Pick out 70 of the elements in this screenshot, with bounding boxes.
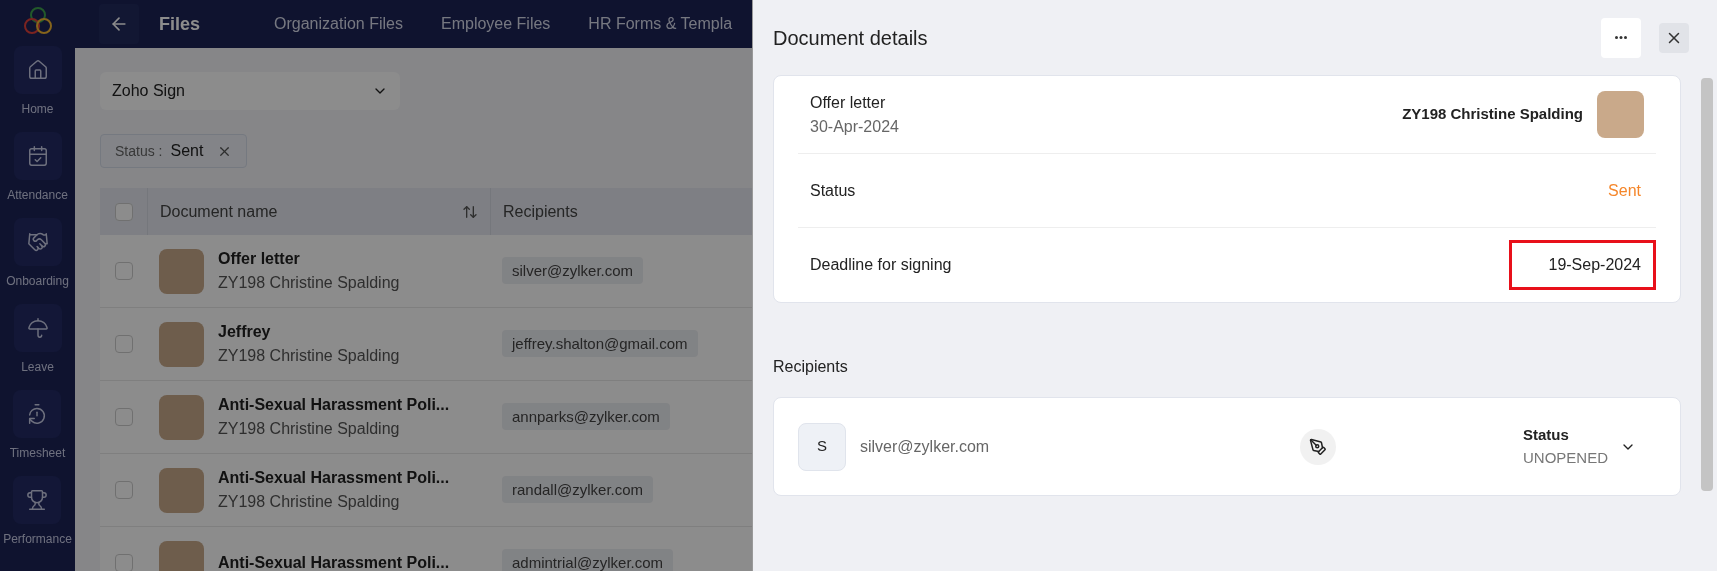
- sidebar-label: Timesheet: [9, 445, 66, 462]
- sidebar-button[interactable]: [13, 218, 62, 266]
- back-button[interactable]: [99, 4, 139, 44]
- document-name: Offer letter: [810, 92, 887, 113]
- home-icon: [26, 59, 49, 81]
- nav-tab[interactable]: Employee Files: [441, 12, 551, 36]
- checkbox[interactable]: [114, 335, 133, 353]
- sidebar-label: Onboarding: [6, 273, 69, 290]
- document-name[interactable]: Offer letter: [218, 247, 400, 271]
- field-value: 19-Sep-2024: [1509, 240, 1656, 290]
- document-name[interactable]: Anti-Sexual Harassment Poli...: [218, 393, 450, 417]
- avatar: [159, 467, 204, 513]
- avatar: [159, 321, 204, 367]
- document-name[interactable]: Anti-Sexual Harassment Poli...: [218, 466, 450, 490]
- field-label: Deadline for signing: [810, 255, 952, 275]
- recipient-initial: S: [798, 422, 846, 471]
- sidebar-button[interactable]: [13, 304, 62, 352]
- status-value: UNOPENED: [1523, 447, 1608, 468]
- nav-tab[interactable]: HR Forms & Templa: [588, 12, 733, 36]
- document-name[interactable]: Anti-Sexual Harassment Poli...: [218, 551, 450, 571]
- checkbox[interactable]: [114, 262, 133, 280]
- checkbox[interactable]: [114, 202, 133, 221]
- field-label: Status: [810, 180, 856, 201]
- status-label: Status: [1523, 425, 1570, 445]
- sidebar-button[interactable]: [13, 132, 62, 180]
- close-button[interactable]: [1659, 22, 1689, 53]
- sidebar-button[interactable]: [13, 46, 62, 94]
- sidebar-label: Leave: [21, 359, 54, 376]
- document-owner: ZY198 Christine Spalding: [218, 273, 400, 293]
- sort-icon[interactable]: [462, 203, 478, 220]
- document-owner: ZY198 Christine Spalding: [218, 419, 401, 439]
- checkbox[interactable]: [114, 481, 133, 499]
- sidebar-label: Home: [21, 101, 54, 118]
- sidebar-label: Performance: [3, 531, 72, 548]
- recipient-tag: annparks@zylker.com: [502, 403, 670, 430]
- filter-value: Sent: [170, 141, 204, 161]
- document-owner: ZY198 Christine Spalding: [218, 492, 401, 512]
- panel-title: Document details: [773, 25, 928, 51]
- document-date: 30-Apr-2024: [810, 116, 899, 137]
- filter-label: Status :: [115, 141, 163, 161]
- handshake-icon: [26, 231, 49, 253]
- avatar: [1597, 91, 1644, 138]
- calendar-icon: [26, 145, 49, 167]
- source-dropdown[interactable]: Zoho Sign: [100, 72, 400, 110]
- avatar: [159, 394, 204, 440]
- nav-tab[interactable]: Organization Files: [274, 12, 403, 36]
- checkbox[interactable]: [114, 408, 133, 426]
- recipients-heading: Recipients: [773, 357, 849, 377]
- recipient-tag: randall@zylker.com: [502, 476, 654, 503]
- sidebar-button[interactable]: [13, 476, 62, 524]
- recipient-tag: admintrial@zylker.com: [502, 549, 674, 571]
- column-label: Document name: [160, 201, 278, 222]
- umbrella-icon: [26, 317, 49, 339]
- page-title: Files: [159, 12, 201, 36]
- column-label: Recipients: [503, 201, 578, 222]
- checkbox[interactable]: [114, 554, 133, 571]
- recipient-email: silver@zylker.com: [860, 436, 991, 457]
- document-name[interactable]: Jeffrey: [218, 320, 400, 344]
- sidebar-label: Attendance: [7, 187, 68, 204]
- avatar: [159, 248, 204, 294]
- owner-name: ZY198 Christine Spalding: [1402, 104, 1583, 125]
- field-value: Sent: [1607, 180, 1642, 201]
- more-icon: [1615, 36, 1627, 39]
- recipient-tag: jeffrey.shalton@gmail.com: [502, 330, 698, 357]
- sidebar-button[interactable]: [13, 390, 62, 438]
- logo-icon: [22, 6, 53, 36]
- trophy-icon: [26, 489, 49, 511]
- recipient-tag: silver@zylker.com: [502, 257, 644, 284]
- document-owner: ZY198 Christine Spalding: [218, 346, 400, 366]
- signer-icon: [1300, 428, 1336, 465]
